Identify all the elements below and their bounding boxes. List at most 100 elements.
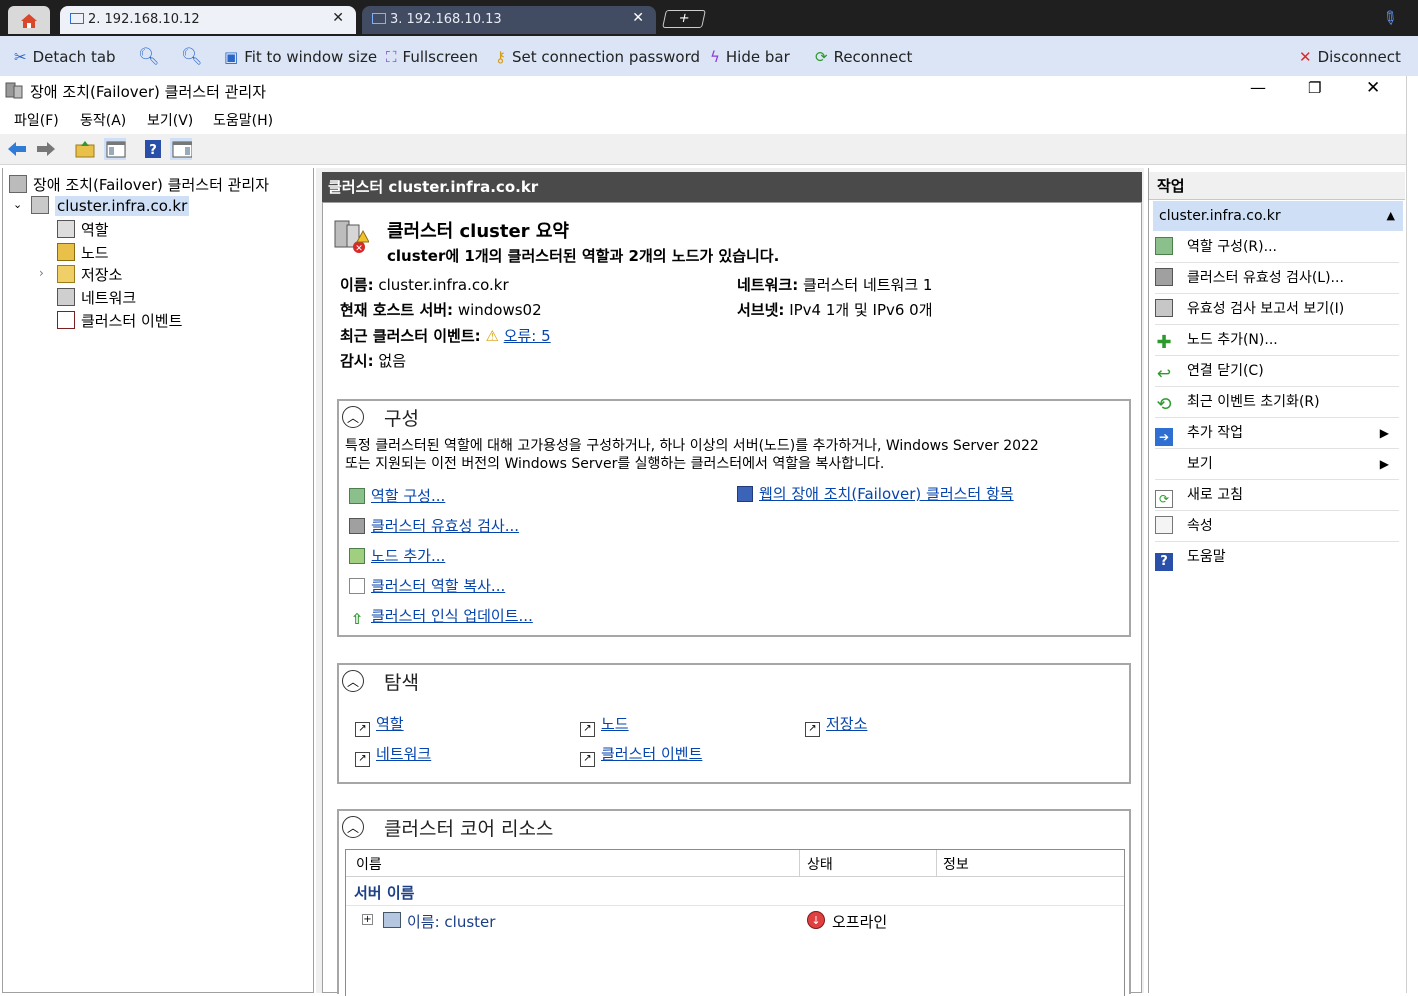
- column-divider[interactable]: [799, 850, 800, 876]
- menu-action[interactable]: 동작(A): [80, 110, 126, 130]
- new-tab-button[interactable]: +: [662, 10, 706, 28]
- action-refresh[interactable]: ⟳ 새로 고침: [1155, 480, 1399, 511]
- collapse-up-icon[interactable]: ▲: [1387, 201, 1395, 231]
- menu-help[interactable]: 도움말(H): [213, 110, 273, 130]
- action-close-connection[interactable]: ↩ 연결 닫기(C): [1155, 356, 1399, 387]
- column-status[interactable]: 상태: [807, 854, 833, 874]
- tree-item-events[interactable]: 클러스터 이벤트: [57, 310, 182, 331]
- config-link-add-node[interactable]: 노드 추가...: [349, 545, 445, 566]
- config-link-web[interactable]: 웹의 장애 조치(Failover) 클러스터 항목: [737, 483, 1014, 504]
- home-tab[interactable]: [8, 6, 50, 34]
- action-view[interactable]: 보기 ▶: [1155, 449, 1399, 480]
- collapse-icon[interactable]: ︿: [342, 406, 364, 428]
- home-icon: [21, 14, 37, 28]
- expand-icon[interactable]: +: [362, 914, 373, 925]
- tree-item-storage[interactable]: 저장소: [57, 264, 122, 285]
- core-resources-section: ︿ 클러스터 코어 리소스 이름 상태 정보 서버 이름 + 이름: clust…: [337, 809, 1131, 996]
- nav-link-nodes[interactable]: ↗ 노드: [580, 713, 629, 737]
- chevron-right-icon[interactable]: ›: [39, 266, 44, 280]
- action-help[interactable]: ? 도움말: [1155, 542, 1399, 572]
- tab-connection-1[interactable]: 2. 192.168.10.12 ✕: [60, 6, 356, 34]
- events-error-link[interactable]: 오류: 5: [504, 327, 551, 345]
- column-info[interactable]: 정보: [943, 854, 969, 874]
- set-password-button[interactable]: ⚷ Set connection password: [495, 36, 700, 76]
- close-window-button[interactable]: ✕: [1366, 78, 1380, 98]
- action-add-node[interactable]: ✚ 노드 추가(N)...: [1155, 325, 1399, 356]
- nav-link-storage[interactable]: ↗ 저장소: [805, 713, 867, 737]
- close-tab-icon[interactable]: ✕: [632, 10, 644, 26]
- show-action-pane-icon[interactable]: [170, 138, 192, 160]
- reconnect-icon: ⟳: [815, 48, 828, 66]
- web-help-icon: [737, 486, 753, 502]
- monitor-icon: ▣: [224, 48, 239, 66]
- back-arrow-icon[interactable]: [6, 138, 28, 160]
- add-node-icon: ✚: [1156, 332, 1172, 353]
- nav-link-roles[interactable]: ↗ 역할: [355, 713, 404, 737]
- config-section: ︿ 구성 특정 클러스터된 역할에 대해 고가용성을 구성하거나, 하나 이상의…: [337, 399, 1131, 637]
- scissors-icon: ✂: [14, 48, 27, 66]
- action-validate-cluster[interactable]: 클러스터 유효성 검사(L)...: [1155, 263, 1399, 294]
- zoom-in-button[interactable]: 🔍︎: [138, 36, 160, 76]
- column-divider[interactable]: [936, 850, 937, 876]
- menu-view[interactable]: 보기(V): [147, 110, 193, 130]
- collapse-icon[interactable]: ︿: [342, 816, 364, 838]
- nodes-icon: [57, 243, 75, 261]
- nav-link-networks[interactable]: ↗ 네트워크: [355, 743, 431, 767]
- close-tab-icon[interactable]: ✕: [332, 10, 344, 26]
- forward-arrow-icon[interactable]: [35, 138, 57, 160]
- monitor-icon: [70, 13, 84, 24]
- refresh-events-icon: ⟲: [1156, 394, 1172, 415]
- help-icon: ?: [1155, 553, 1173, 571]
- folder-icon: [57, 265, 75, 283]
- tree-item-networks[interactable]: 네트워크: [57, 287, 136, 308]
- close-connection-icon: ↩: [1156, 364, 1172, 384]
- reconnect-button[interactable]: ⟳ Reconnect: [815, 36, 912, 76]
- cluster-warning-icon: ✕: [334, 220, 369, 253]
- config-link-validate[interactable]: 클러스터 유효성 검사...: [349, 515, 519, 536]
- action-view-validation-report[interactable]: 유효성 검사 보고서 보기(I): [1155, 294, 1399, 325]
- show-console-tree-icon[interactable]: [104, 138, 126, 160]
- resource-status: 오프라인: [832, 913, 888, 931]
- table-header: 이름 상태 정보: [346, 850, 1124, 877]
- tree-cluster[interactable]: cluster.infra.co.kr: [31, 196, 190, 216]
- configure-role-icon: [1155, 237, 1173, 255]
- action-configure-role[interactable]: 역할 구성(R)...: [1155, 232, 1399, 263]
- config-link-roles[interactable]: 역할 구성...: [349, 485, 445, 506]
- info-events: 최근 클러스터 이벤트: ⚠ 오류: 5: [340, 327, 551, 345]
- action-more-actions[interactable]: ➔ 추가 작업 ▶: [1155, 418, 1399, 449]
- roles-icon: [57, 220, 75, 238]
- column-name[interactable]: 이름: [356, 854, 382, 874]
- disconnect-button[interactable]: ✕ Disconnect: [1299, 36, 1401, 76]
- tab-connection-2[interactable]: 3. 192.168.10.13 ✕: [362, 6, 656, 34]
- table-row[interactable]: + 이름: cluster ↓ 오프라인: [346, 907, 1124, 935]
- submenu-arrow-icon: ▶: [1379, 426, 1389, 440]
- actions-group-header[interactable]: cluster.infra.co.kr ▲: [1153, 201, 1403, 231]
- nav-link-events[interactable]: ↗ 클러스터 이벤트: [580, 743, 702, 767]
- zoom-out-button[interactable]: 🔍︎: [181, 36, 203, 76]
- minimize-button[interactable]: —: [1250, 78, 1266, 97]
- config-link-cau[interactable]: ⇧ 클러스터 인식 업데이트...: [349, 605, 533, 627]
- core-resources-title: 클러스터 코어 리소스: [384, 818, 554, 840]
- help-icon[interactable]: ?: [143, 138, 165, 160]
- collapse-icon[interactable]: ︿: [342, 670, 364, 692]
- fullscreen-button[interactable]: ⛶ Fullscreen: [386, 36, 478, 76]
- tree-item-nodes[interactable]: 노드: [57, 242, 109, 263]
- config-link-copy-roles[interactable]: 클러스터 역할 복사...: [349, 575, 505, 596]
- paperclip-icon[interactable]: ✎: [1377, 6, 1402, 32]
- actions-header: 작업: [1149, 172, 1405, 200]
- lightning-icon: ϟ: [710, 48, 720, 66]
- refresh-icon: ⟳: [1155, 490, 1173, 508]
- menu-file[interactable]: 파일(F): [14, 110, 59, 130]
- config-description: 특정 클러스터된 역할에 대해 고가용성을 구성하거나, 하나 이상의 서버(노…: [345, 438, 1039, 472]
- validate-icon: [349, 518, 365, 534]
- detach-tab-button[interactable]: ✂ Detach tab: [14, 36, 116, 76]
- tree-root[interactable]: 장애 조치(Failover) 클러스터 관리자: [9, 174, 269, 195]
- hide-bar-button[interactable]: ϟ Hide bar: [710, 36, 790, 76]
- chevron-down-icon[interactable]: ⌄: [13, 198, 22, 211]
- action-reset-recent-events[interactable]: ⟲ 최근 이벤트 초기화(R): [1155, 387, 1399, 418]
- fit-to-window-button[interactable]: ▣ Fit to window size: [224, 36, 377, 76]
- restore-button[interactable]: ❐: [1308, 79, 1321, 97]
- action-properties[interactable]: 속성: [1155, 511, 1399, 542]
- up-folder-icon[interactable]: [74, 138, 96, 160]
- tree-item-roles[interactable]: 역할: [57, 219, 109, 240]
